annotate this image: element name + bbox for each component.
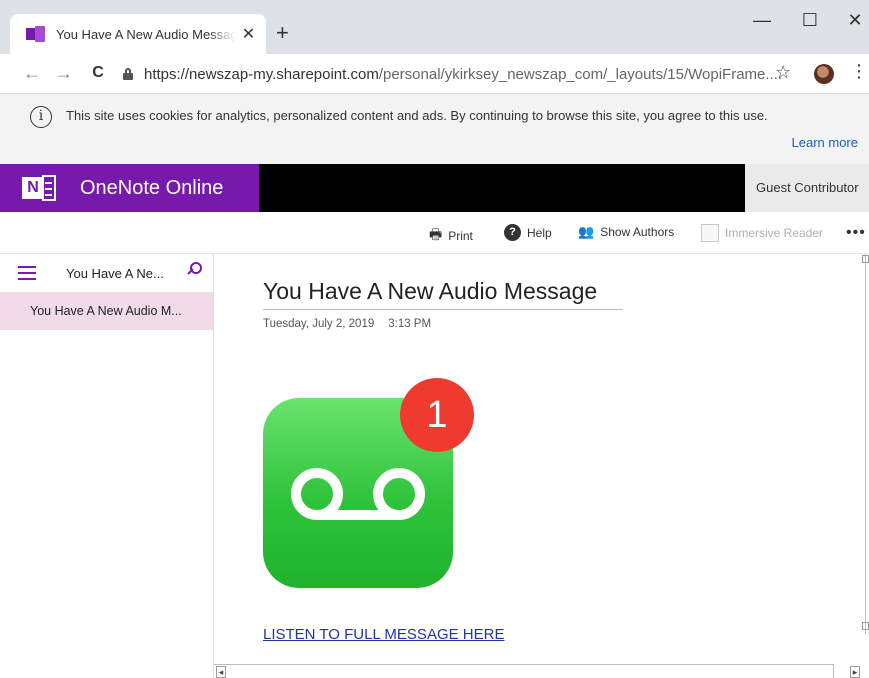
print-label: Print (448, 229, 473, 243)
scroll-right-button[interactable]: ▸ (850, 666, 860, 678)
immersive-reader-icon (701, 224, 719, 242)
show-authors-button[interactable]: 👥 Show Authors (578, 224, 674, 240)
browser-menu-icon[interactable]: ⋮ (850, 62, 868, 80)
tab-close-icon[interactable]: ✕ (241, 24, 256, 44)
browser-tab[interactable]: You Have A New Audio Message ✕ (10, 14, 266, 54)
navigation-pane: You Have A Ne... You Have A New Audio M.… (0, 254, 214, 678)
onenote-logo-icon: N (22, 175, 60, 201)
maximize-button[interactable]: ☐ (795, 8, 825, 32)
url-text: https://newszap-my.sharepoint.com/person… (144, 66, 782, 83)
back-button[interactable]: ← (20, 62, 44, 84)
more-options-icon[interactable]: ••• (846, 224, 866, 242)
address-bar: ← → C https://newszap-my.sharepoint.com/… (0, 54, 869, 94)
tab-title: You Have A New Audio Message (56, 26, 235, 42)
new-tab-button[interactable]: + (276, 22, 289, 44)
vertical-scrollbar[interactable] (865, 254, 869, 634)
url-field[interactable]: https://newszap-my.sharepoint.com/person… (122, 60, 812, 88)
print-button[interactable]: 🖶 Print (429, 224, 473, 248)
cookie-notice: i This site uses cookies for analytics, … (0, 94, 869, 164)
page-canvas: You Have A New Audio Message Tuesday, Ju… (215, 254, 869, 678)
logo-letter: N (22, 177, 44, 199)
search-icon[interactable] (187, 262, 204, 278)
app-name: OneNote Online (80, 176, 224, 199)
bookmark-star-icon[interactable]: ☆ (775, 62, 791, 83)
app-brand[interactable]: N OneNote Online (0, 164, 259, 212)
listen-message-link[interactable]: LISTEN TO FULL MESSAGE HERE (263, 626, 504, 643)
url-host: https://newszap-my.sharepoint.com (144, 65, 379, 83)
notification-badge: 1 (400, 378, 474, 452)
minimize-button[interactable]: — (747, 8, 777, 32)
onenote-favicon-icon (26, 26, 46, 42)
horizontal-scrollbar[interactable] (214, 664, 834, 678)
page-date: Tuesday, July 2, 2019 (263, 318, 375, 330)
profile-avatar[interactable] (814, 64, 834, 84)
page-datetime: Tuesday, July 2, 2019 3:13 PM (263, 318, 431, 330)
page-list-item[interactable]: You Have A New Audio M... (0, 292, 213, 330)
close-window-button[interactable]: ✕ (840, 8, 869, 32)
user-label[interactable]: Guest Contributor (745, 164, 869, 212)
ribbon-toolbar: 🖶 Print ? Help 👥 Show Authors Immersive … (0, 212, 869, 254)
voicemail-glyph-icon (291, 468, 425, 520)
learn-more-link[interactable]: Learn more (792, 135, 858, 150)
reload-button[interactable]: C (86, 62, 110, 84)
printer-icon: 🖶 (429, 226, 443, 242)
lock-icon (122, 68, 134, 80)
nav-header: You Have A Ne... (0, 254, 214, 294)
page-time: 3:13 PM (388, 318, 432, 330)
cookie-text: This site uses cookies for analytics, pe… (66, 108, 768, 123)
show-authors-label: Show Authors (600, 225, 675, 239)
url-path: /personal/ykirksey_newszap_com/_layouts/… (378, 65, 783, 83)
scroll-left-button[interactable]: ◂ (216, 666, 226, 678)
help-button[interactable]: ? Help (504, 224, 552, 241)
help-label: Help (527, 225, 552, 240)
scroll-down-button[interactable] (862, 622, 869, 630)
scroll-up-button[interactable] (862, 255, 869, 263)
section-title[interactable]: You Have A Ne... (66, 266, 164, 281)
immersive-reader-label: Immersive Reader (725, 226, 824, 240)
page-title[interactable]: You Have A New Audio Message (263, 278, 623, 310)
people-icon: 👥 (578, 224, 595, 239)
browser-titlebar: You Have A New Audio Message ✕ + — ☐ ✕ (0, 0, 869, 54)
info-icon: i (30, 106, 52, 128)
immersive-reader-button[interactable]: Immersive Reader (701, 224, 823, 242)
hamburger-icon[interactable] (18, 266, 36, 280)
help-icon: ? (504, 224, 521, 241)
app-header: N OneNote Online Guest Contributor (0, 164, 869, 212)
forward-button[interactable]: → (52, 62, 76, 84)
